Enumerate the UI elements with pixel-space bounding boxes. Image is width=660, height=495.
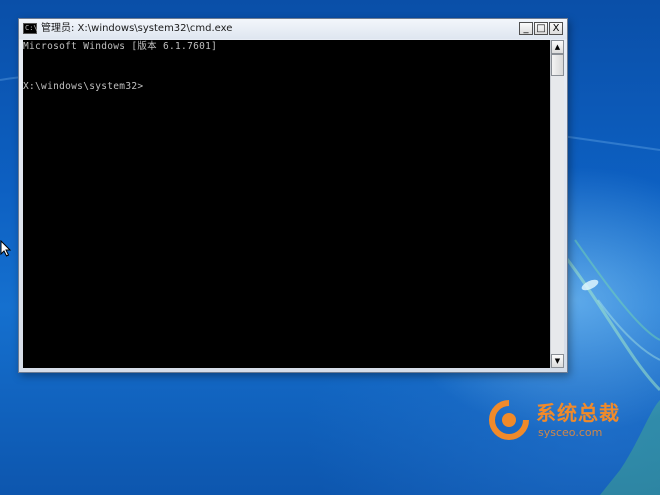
watermark-brand: 系统总裁: [536, 401, 620, 425]
window-title: 管理员: X:\windows\system32\cmd.exe: [41, 23, 233, 34]
maximize-button[interactable]: □: [534, 22, 548, 35]
watermark-logo-icon: [489, 400, 529, 440]
console-line: Microsoft Windows [版本 6.1.7601]: [23, 41, 218, 52]
cmd-app-icon[interactable]: C:\: [23, 23, 38, 34]
minimize-button[interactable]: _: [519, 22, 533, 35]
mouse-pointer-icon: [0, 240, 12, 257]
title-bar[interactable]: C:\ 管理员: X:\windows\system32\cmd.exe _ □…: [19, 19, 567, 39]
console-output[interactable]: Microsoft Windows [版本 6.1.7601] X:\windo…: [23, 40, 550, 368]
close-button[interactable]: X: [549, 22, 563, 35]
cmd-app-icon-label: C:\: [25, 24, 38, 32]
scroll-thumb[interactable]: [551, 54, 564, 76]
scroll-up-button[interactable]: ▲: [551, 40, 564, 54]
window-controls: _ □ X: [519, 22, 563, 36]
scroll-down-button[interactable]: ▼: [551, 354, 564, 368]
console-prompt: X:\windows\system32>: [23, 81, 144, 92]
vertical-scrollbar[interactable]: ▲ ▼: [550, 40, 564, 368]
cmd-window[interactable]: C:\ 管理员: X:\windows\system32\cmd.exe _ □…: [18, 18, 568, 373]
watermark-url: sysceo.com: [538, 426, 603, 439]
